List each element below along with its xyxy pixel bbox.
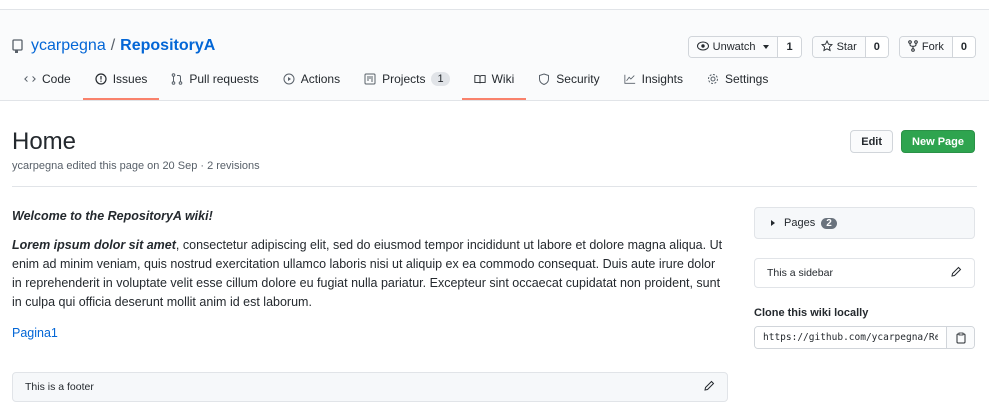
- tab-label: Insights: [641, 72, 683, 86]
- welcome-text: Welcome to the RepositoryA wiki!: [12, 209, 213, 223]
- tab-projects[interactable]: Projects 1: [352, 60, 461, 100]
- page-header: Home ycarpegna edited this page on 20 Se…: [12, 101, 977, 187]
- tab-pull-requests[interactable]: Pull requests: [159, 60, 270, 100]
- repo-title: ycarpegna / RepositoryA: [12, 37, 215, 55]
- pencil-icon[interactable]: [703, 380, 715, 395]
- fork-count[interactable]: 0: [951, 37, 975, 57]
- triangle-right-icon: [771, 220, 775, 226]
- clipboard-icon[interactable]: [946, 327, 974, 348]
- lorem-paragraph: Lorem ipsum dolor sit amet, consectetur …: [12, 236, 728, 312]
- tab-code[interactable]: Code: [12, 60, 83, 100]
- repo-header: ycarpegna / RepositoryA Unwatch 1 Star 0…: [0, 10, 989, 101]
- tab-label: Code: [42, 72, 71, 86]
- fork-button[interactable]: Fork: [899, 37, 952, 57]
- page-title: Home: [12, 128, 77, 155]
- watch-count[interactable]: 1: [777, 37, 801, 57]
- star-count[interactable]: 0: [864, 37, 888, 57]
- tab-label: Settings: [724, 72, 769, 86]
- clone-url-input[interactable]: [755, 327, 946, 348]
- tab-label: Actions: [300, 72, 341, 86]
- star-button[interactable]: Star: [812, 37, 865, 57]
- pencil-icon[interactable]: [950, 266, 962, 281]
- footer-text: This is a footer: [25, 381, 94, 393]
- edit-button[interactable]: Edit: [850, 130, 894, 153]
- repo-actions: Unwatch 1 Star 0 Fork 0: [687, 36, 976, 58]
- tab-label: Issues: [112, 72, 148, 86]
- graph-icon: [624, 73, 636, 85]
- lorem-bold: Lorem ipsum dolor sit amet: [12, 238, 176, 252]
- clone-url-group: [754, 326, 975, 349]
- tab-actions[interactable]: Actions: [271, 60, 352, 100]
- star-label: Star: [836, 41, 857, 53]
- unwatch-button[interactable]: Unwatch: [688, 37, 778, 57]
- fork-button-group: Fork 0: [898, 36, 976, 58]
- tab-label: Projects: [382, 72, 426, 86]
- pages-count-badge: 2: [821, 217, 837, 229]
- project-icon: [364, 73, 376, 85]
- tab-issues[interactable]: Issues: [82, 60, 160, 100]
- new-page-button[interactable]: New Page: [901, 130, 975, 153]
- top-bar: [0, 0, 989, 10]
- tab-label: Wiki: [491, 72, 515, 86]
- gear-icon: [707, 73, 719, 85]
- star-icon: [820, 39, 833, 55]
- repo-tabs: Code Issues Pull requests Actions Projec…: [12, 60, 780, 100]
- tab-settings[interactable]: Settings: [695, 60, 780, 100]
- wiki-sidebar: Pages 2 This a sidebar Clone this wiki l…: [754, 207, 975, 349]
- unwatch-label: Unwatch: [712, 41, 756, 53]
- play-icon: [283, 73, 295, 85]
- custom-sidebar: This a sidebar: [754, 258, 975, 288]
- watch-button-group: Unwatch 1: [687, 36, 802, 58]
- fork-icon: [908, 39, 918, 55]
- eye-icon: [696, 41, 709, 54]
- pages-toggle[interactable]: Pages 2: [754, 207, 975, 239]
- repo-name-link[interactable]: RepositoryA: [120, 37, 215, 55]
- page-actions: Edit New Page: [850, 130, 975, 153]
- wiki-content: Welcome to the RepositoryA wiki! Lorem i…: [12, 207, 728, 343]
- clone-label: Clone this wiki locally: [754, 307, 869, 319]
- chevron-down-icon: [763, 45, 770, 49]
- tab-label: Security: [556, 72, 600, 86]
- tab-wiki[interactable]: Wiki: [461, 60, 527, 100]
- sidebar-text: This a sidebar: [767, 267, 833, 279]
- repo-owner-link[interactable]: ycarpegna: [31, 37, 106, 55]
- wiki-main: Home ycarpegna edited this page on 20 Se…: [0, 101, 989, 187]
- fork-label: Fork: [921, 41, 944, 53]
- star-button-group: Star 0: [811, 36, 889, 58]
- pull-request-icon: [171, 73, 183, 85]
- repo-icon: [12, 39, 24, 53]
- projects-counter: 1: [431, 72, 450, 86]
- tab-label: Pull requests: [189, 72, 259, 86]
- page-meta: ycarpegna edited this page on 20 Sep · 2…: [12, 160, 260, 172]
- code-icon: [24, 73, 36, 85]
- shield-icon: [538, 73, 550, 85]
- pages-label: Pages: [784, 217, 816, 229]
- repo-separator: /: [110, 37, 116, 54]
- tab-security[interactable]: Security: [526, 60, 611, 100]
- tab-insights[interactable]: Insights: [612, 60, 695, 100]
- book-icon: [473, 73, 486, 85]
- wiki-footer: This is a footer: [12, 372, 728, 402]
- issue-icon: [95, 73, 107, 85]
- pagina1-link[interactable]: Pagina1: [12, 324, 728, 343]
